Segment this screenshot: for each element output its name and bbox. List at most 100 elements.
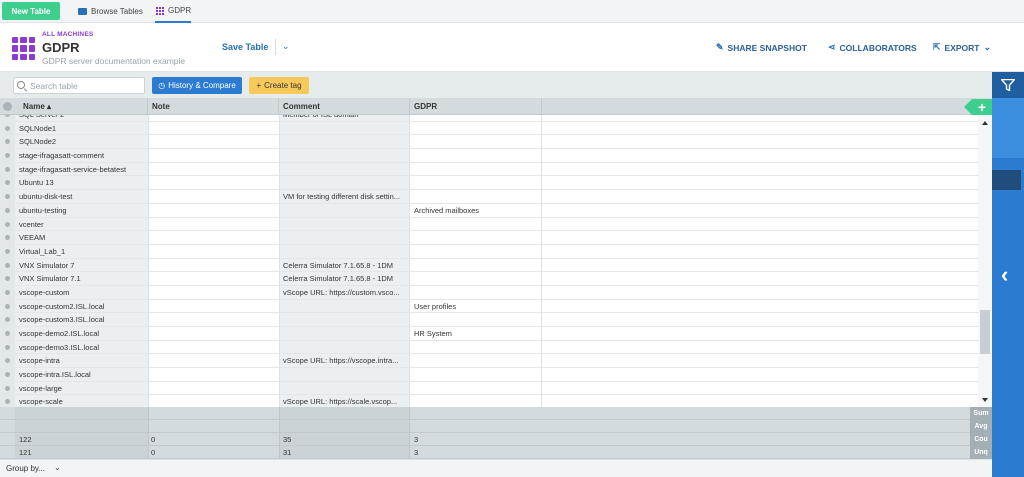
cell-name[interactable]: Virtual_Lab_1 — [19, 245, 146, 259]
table-row[interactable]: vscope-custom vScope URL: https://custom.… — [0, 286, 978, 300]
row-select-toggle[interactable] — [5, 344, 10, 350]
column-header-note[interactable]: Note — [148, 98, 279, 115]
chevron-down-icon[interactable]: ⌄ — [282, 41, 290, 52]
column-header-gdpr[interactable]: GDPR — [410, 98, 542, 115]
table-row[interactable]: stage-ifragasatt-comment — [0, 149, 978, 163]
row-select-toggle[interactable] — [5, 331, 10, 336]
table-row[interactable]: ubuntu-testing Archived mailboxes — [0, 204, 978, 218]
table-row[interactable]: Ubuntu 13 — [0, 176, 978, 191]
cell-comment[interactable]: VM for testing different disk settin... — [283, 190, 407, 204]
row-select-toggle[interactable] — [5, 207, 10, 213]
cell-name[interactable]: SQLNode1 — [19, 122, 146, 136]
cell-gdpr[interactable]: Archived mailboxes — [414, 204, 539, 218]
add-column-button[interactable]: + — [964, 99, 992, 115]
row-select-toggle[interactable] — [5, 194, 10, 200]
table-row[interactable]: vscope-large — [0, 382, 978, 396]
table-row[interactable]: SQLNode2 — [0, 135, 978, 150]
tab-gdpr[interactable]: GDPR — [155, 0, 192, 23]
table-row[interactable]: stage-ifragasatt-service-betatest — [0, 163, 978, 177]
share-snapshot-button[interactable]: ✎ SHARE SNAPSHOT — [716, 42, 807, 53]
cell-name[interactable]: vscope-intra.ISL.local — [19, 368, 146, 382]
collapse-panel-chevron-icon[interactable]: ‹ — [1001, 262, 1008, 288]
create-tag-button[interactable]: + Create tag — [249, 77, 309, 94]
cell-comment[interactable]: Member of ISL domain — [283, 115, 407, 122]
cell-comment[interactable]: vScope URL: https://vscope.intra... — [283, 354, 407, 368]
cell-comment[interactable]: vScope URL: https://custom.vsco... — [283, 286, 407, 300]
breadcrumb[interactable]: ALL MACHINES — [42, 31, 93, 38]
filter-button[interactable] — [992, 72, 1024, 98]
cell-name[interactable]: VNX Simulator 7.1 — [19, 272, 146, 286]
save-table-button[interactable]: Save Table — [222, 42, 268, 52]
cell-name[interactable]: vcenter — [19, 218, 146, 232]
table-row[interactable]: vcenter — [0, 218, 978, 232]
collaborators-button[interactable]: ⋖ COLLABORATORS — [828, 42, 917, 53]
row-select-toggle[interactable] — [5, 276, 10, 282]
cell-name[interactable]: SQLNode2 — [19, 135, 146, 149]
aggregate-label[interactable]: Sum — [970, 407, 992, 420]
scroll-down-arrow-icon[interactable] — [982, 398, 988, 402]
new-table-button[interactable]: New Table — [2, 2, 60, 20]
cell-name[interactable]: vscope-custom2.ISL.local — [19, 300, 146, 314]
row-select-toggle[interactable] — [5, 153, 10, 159]
group-by-select[interactable]: Group by... — [6, 464, 45, 473]
row-select-toggle[interactable] — [5, 115, 10, 117]
row-select-toggle[interactable] — [5, 372, 10, 378]
panel-selected-item[interactable] — [992, 170, 1021, 190]
cell-name[interactable]: vscope-demo3.ISL.local — [19, 341, 146, 355]
table-row[interactable]: vscope-intra vScope URL: https://vscope.i… — [0, 354, 978, 369]
chevron-down-icon[interactable]: ⌄ — [54, 463, 61, 472]
table-row[interactable]: VNX Simulator 7 Celerra Simulator 7.1.65.… — [0, 259, 978, 273]
cell-name[interactable]: stage-ifragasatt-service-betatest — [19, 163, 146, 177]
table-row[interactable]: vscope-intra.ISL.local — [0, 368, 978, 382]
row-select-toggle[interactable] — [5, 317, 10, 323]
row-select-toggle[interactable] — [5, 399, 10, 405]
row-select-toggle[interactable] — [5, 221, 10, 227]
cell-name[interactable]: VNX Simulator 7 — [19, 259, 146, 273]
row-select-toggle[interactable] — [5, 139, 10, 145]
row-select-toggle[interactable] — [5, 235, 10, 241]
export-button[interactable]: ⇱ EXPORT ⌄ — [933, 42, 991, 53]
tab-browse-tables[interactable]: Browse Tables — [78, 0, 143, 23]
cell-gdpr[interactable]: HR System — [414, 327, 539, 341]
cell-name[interactable]: Ubuntu 13 — [19, 176, 146, 190]
cell-name[interactable]: vscope-custom — [19, 286, 146, 300]
row-select-toggle[interactable] — [5, 358, 10, 364]
cell-gdpr[interactable]: User profiles — [414, 300, 539, 314]
scrollbar-thumb[interactable] — [980, 310, 990, 354]
row-select-toggle[interactable] — [5, 166, 10, 172]
column-header-comment[interactable]: Comment — [279, 98, 410, 115]
table-row[interactable]: ubuntu-disk-test VM for testing different… — [0, 190, 978, 204]
table-row[interactable]: vscope-scale vScope URL: https://scale.vs… — [0, 395, 978, 407]
table-row[interactable]: vscope-demo2.ISL.local HR System — [0, 327, 978, 341]
column-header-name[interactable]: Name ▴ — [15, 98, 148, 115]
table-row[interactable]: SQLNode1 — [0, 122, 978, 136]
table-row[interactable]: VNX Simulator 7.1 Celerra Simulator 7.1.6… — [0, 272, 978, 286]
row-select-toggle[interactable] — [5, 385, 10, 391]
cell-name[interactable]: ubuntu-disk-test — [19, 190, 146, 204]
cell-comment[interactable]: Celerra Simulator 7.1.65.8 - 1DM — [283, 259, 407, 273]
aggregate-label[interactable]: Avg — [970, 420, 992, 433]
cell-name[interactable]: ubuntu-testing — [19, 204, 146, 218]
aggregate-label[interactable]: Cou — [970, 433, 992, 446]
row-select-toggle[interactable] — [5, 125, 10, 131]
row-select-toggle[interactable] — [5, 262, 10, 268]
table-row[interactable]: VEEAM — [0, 231, 978, 245]
cell-name[interactable]: SQL Server 2 — [19, 115, 146, 122]
table-row[interactable]: vscope-custom2.ISL.local User profiles — [0, 300, 978, 314]
history-compare-button[interactable]: ◷ History & Compare — [152, 77, 242, 94]
cell-name[interactable]: VEEAM — [19, 231, 146, 245]
table-row[interactable]: SQL Server 2 Member of ISL domain — [0, 115, 978, 122]
table-row[interactable]: vscope-demo3.ISL.local — [0, 341, 978, 355]
scroll-up-arrow-icon[interactable] — [982, 121, 988, 125]
row-select-toggle[interactable] — [5, 248, 10, 254]
cell-name[interactable]: vscope-large — [19, 382, 146, 396]
select-all-toggle[interactable] — [3, 102, 12, 111]
cell-name[interactable]: vscope-custom3.ISL.local — [19, 313, 146, 327]
search-input[interactable] — [13, 77, 145, 94]
cell-comment[interactable]: Celerra Simulator 7.1.65.8 - 1DM — [283, 272, 407, 286]
vertical-scrollbar[interactable] — [978, 115, 992, 407]
row-select-toggle[interactable] — [5, 303, 10, 309]
cell-name[interactable]: vscope-intra — [19, 354, 146, 368]
row-select-toggle[interactable] — [5, 180, 10, 186]
cell-name[interactable]: vscope-scale — [19, 395, 146, 407]
